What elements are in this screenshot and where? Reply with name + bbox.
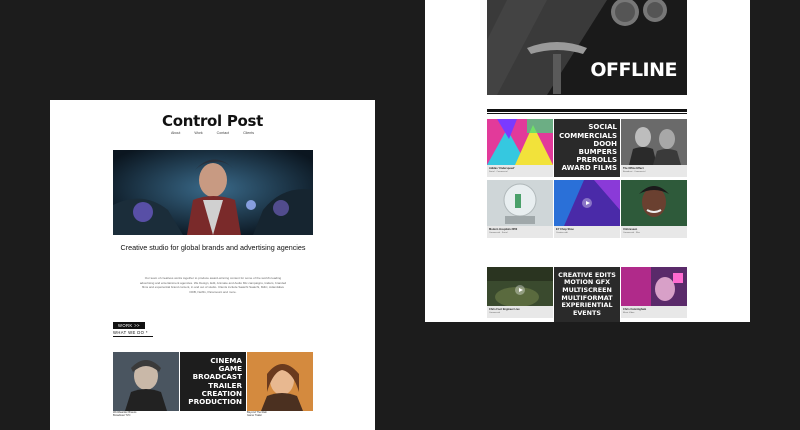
main-nav: About Work Contact Clients (50, 131, 375, 135)
tile-caption: Chris Foot Engineer Live Commercial (487, 306, 553, 318)
divider-bar (487, 109, 687, 112)
nav-item-work[interactable]: Work (194, 131, 202, 135)
service-label: AWARD FILMS (561, 164, 617, 173)
service-label: PRODUCTION (188, 396, 242, 406)
tile-subtitle: Broadcast · Commercial (623, 170, 646, 173)
tile-subtitle: Creative edit (556, 231, 568, 234)
project-tile-worldwarder[interactable] (113, 352, 179, 411)
tagline: Creative studio for global brands and ad… (120, 243, 306, 252)
tile-caption: The Office Effect Broadcast · Commercial (621, 165, 687, 177)
tile-subtitle: Commercial · Film (623, 231, 640, 234)
studio-description: Our team of creatives works together to … (139, 276, 287, 294)
service-label: DOOH (593, 139, 617, 148)
left-page-mockup: Control Post About Work Contact Clients (50, 100, 375, 430)
nav-item-clients[interactable]: Clients (243, 131, 254, 135)
hero-image (113, 150, 313, 235)
service-label: PREROLLS (576, 156, 617, 165)
service-label: BUMPERS (578, 148, 617, 156)
offline-banner[interactable]: OFFLINE (487, 0, 687, 95)
creative-edits-tile[interactable]: CREATIVE EDITS MOTION GFX MULTISCREEN MU… (554, 267, 620, 322)
project-tile-ey-chop-shoe[interactable] (554, 180, 620, 226)
tile-caption: Modern Hospitals 2050 Commercial · Socia… (487, 226, 553, 238)
tile-subtitle: Game Trailer (247, 414, 262, 418)
play-icon[interactable] (515, 285, 525, 295)
tile-caption: EY Chop Shoe Creative edit (554, 226, 620, 238)
tile-subtitle: Music Video (623, 311, 635, 314)
services-tile[interactable]: SOCIAL COMMERCIALS DOOH BUMPERS PREROLLS… (554, 119, 620, 177)
tile-caption: Worldwarder Bravos Broadcast TVC (113, 411, 179, 417)
project-tile-adidas[interactable] (487, 119, 553, 165)
section-underline (113, 336, 153, 337)
offline-heading: OFFLINE (590, 59, 677, 81)
tile-subtitle: Commercial · Social (489, 231, 508, 234)
divider-line (487, 113, 687, 114)
site-logo[interactable]: Control Post (50, 112, 375, 130)
project-tile-office-effect[interactable] (621, 119, 687, 165)
tile-caption: Chris Cunningham Music Video (621, 306, 687, 318)
project-tile-beyond-the-rain[interactable] (247, 352, 313, 411)
what-we-do-link[interactable]: WHAT WE DO * (113, 330, 148, 335)
right-page-mockup: OFFLINE Adidas 'Underspeed' Social · Com… (425, 0, 750, 322)
service-label: EVENTS (573, 308, 601, 317)
services-tile[interactable]: CINEMA GAME BROADCAST TRAILER CREATION P… (180, 352, 246, 411)
nav-item-about[interactable]: About (171, 131, 180, 135)
tile-subtitle: Broadcast TVC (113, 414, 131, 418)
tile-subtitle: Commercial (489, 311, 501, 314)
project-tile-modern-hospitals[interactable] (487, 180, 553, 226)
service-label: SOCIAL (588, 123, 617, 132)
play-icon[interactable] (582, 198, 592, 208)
tile-caption: Beyond The Rain Game Trailer (247, 411, 313, 417)
nav-item-contact[interactable]: Contact (217, 131, 229, 135)
work-link[interactable]: WORK >> (113, 322, 145, 329)
tile-caption: Unforeseen Commercial · Film (621, 226, 687, 238)
tile-subtitle: Social · Commercial (489, 170, 508, 173)
tile-caption: Adidas 'Underspeed' Social · Commercial (487, 165, 553, 177)
service-label: COMMERCIALS (559, 131, 617, 140)
project-tile-unforeseen[interactable] (621, 180, 687, 226)
